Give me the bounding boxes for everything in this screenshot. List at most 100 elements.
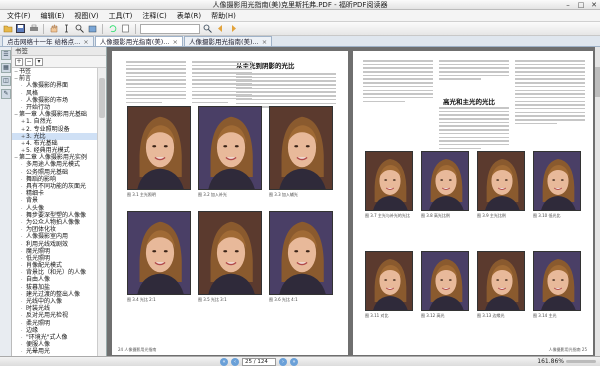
close-tab-icon[interactable]: × — [83, 38, 88, 46]
collapse-all-icon[interactable]: − — [25, 57, 33, 66]
thumbnails-panel-icon[interactable]: ▦ — [1, 63, 11, 73]
bookmark-item[interactable]: · 精细卡 — [12, 190, 98, 197]
fit-page-icon[interactable] — [120, 23, 131, 34]
bookmark-item[interactable]: · 人像摄影的界面 — [12, 82, 98, 89]
save-icon[interactable] — [15, 23, 26, 34]
menu-edit[interactable]: 编辑(E) — [36, 11, 70, 21]
figure-caption: 图 3.3 加入辅光 — [269, 192, 298, 197]
bookmark-item[interactable]: · 舞蹈的影响 — [12, 176, 98, 183]
bookmark-item[interactable]: · 魔光照明 — [12, 248, 98, 255]
portrait-photo — [269, 106, 333, 190]
scrollbar-thumb[interactable] — [595, 67, 600, 97]
bookmark-label: 建光过渡的整出人像 — [26, 290, 81, 298]
page-number-field[interactable]: 25 / 124 — [242, 358, 276, 366]
search-input[interactable] — [140, 23, 200, 34]
bookmark-item[interactable]: · 光线中的入像 — [12, 298, 98, 305]
document-tab-1[interactable]: 点击网络十一年 给格点... × — [2, 36, 94, 46]
close-tab-icon[interactable]: × — [173, 38, 178, 46]
open-icon[interactable] — [2, 23, 13, 34]
bookmark-item[interactable]: · 建光过渡的整出人像 — [12, 291, 98, 298]
figure-caption: 图 3.14 主光 — [533, 313, 557, 318]
bookmark-item[interactable]: · 多用途人像用光模式 — [12, 161, 98, 168]
bookmark-item[interactable]: · 人头像 — [12, 205, 98, 212]
expand-all-icon[interactable]: + — [15, 57, 23, 66]
bookmark-item[interactable]: +2. 专业照明设备 — [12, 126, 98, 133]
rotate-icon[interactable] — [107, 23, 118, 34]
bookmark-item[interactable]: +4. 布光基础 — [12, 140, 98, 147]
bookmark-item[interactable]: · 风格 — [12, 90, 98, 97]
scrollbar-thumb[interactable] — [99, 78, 105, 118]
bookmark-item[interactable]: · 光晕用光 — [12, 348, 98, 355]
menu-forms[interactable]: 表单(R) — [172, 11, 206, 21]
menu-tools[interactable]: 工具(T) — [104, 11, 138, 21]
bookmark-label: 光晕用光 — [26, 348, 51, 356]
bookmark-item[interactable]: · "环境光"式人像 — [12, 334, 98, 341]
search-icon[interactable] — [202, 23, 213, 34]
attachments-panel-icon[interactable]: ✎ — [1, 89, 11, 99]
bookmark-item[interactable]: · 便服人像 — [12, 341, 98, 348]
zoom-level[interactable]: 161.86% — [537, 357, 564, 366]
print-icon[interactable] — [28, 23, 39, 34]
bookmark-item[interactable]: · 利用光线戏剧效 — [12, 241, 98, 248]
viewer-scrollbar[interactable] — [595, 47, 600, 356]
tab-label: 点击网络十一年 给格点... — [7, 38, 81, 46]
sidebar-scrollbar[interactable] — [97, 68, 106, 356]
first-page-button[interactable]: « — [220, 358, 228, 366]
menu-help[interactable]: 帮助(H) — [206, 11, 241, 21]
document-tab-2[interactable]: 人像摄影用光指南(美)... × — [94, 36, 183, 46]
find-next-icon[interactable] — [228, 23, 239, 34]
menu-file[interactable]: 文件(F) — [2, 11, 36, 21]
portrait-photo — [269, 211, 333, 295]
figure-caption: 图 3.1 主光照明 — [127, 192, 156, 197]
close-tab-icon[interactable]: × — [262, 38, 267, 46]
bookmark-item[interactable]: · 反对光用光检视 — [12, 312, 98, 319]
bookmarks-panel-icon[interactable]: ☰ — [1, 50, 11, 60]
bookmark-label: 背景 — [26, 197, 39, 205]
select-text-icon[interactable] — [61, 23, 72, 34]
previous-page-button[interactable]: ‹ — [231, 358, 239, 366]
portrait-photo — [198, 211, 262, 295]
bookmark-item[interactable]: · 背景 — [12, 197, 98, 204]
menu-comment[interactable]: 注释(C) — [137, 11, 171, 21]
next-page-button[interactable]: › — [279, 358, 287, 366]
figure-caption: 图 3.11 对比 — [365, 313, 389, 318]
bookmark-options-icon[interactable]: ▾ — [35, 57, 43, 66]
maximize-button[interactable]: □ — [575, 0, 587, 10]
bookmark-label: 人头像 — [26, 204, 45, 212]
close-button[interactable]: ✕ — [588, 0, 600, 10]
figure-caption: 图 3.2 加入补光 — [198, 192, 227, 197]
window-title: 人像摄影用光指南(美)克里斯托弗.PDF - 福昕PDF阅读器 — [212, 1, 388, 9]
status-bar: « ‹ 25 / 124 › » 161.86% — [0, 356, 600, 366]
zoom-icon[interactable] — [74, 23, 85, 34]
bookmark-item[interactable]: · 具有不同功能的灰面光 — [12, 183, 98, 190]
hand-tool-icon[interactable] — [48, 23, 59, 34]
bookmark-label: 舞步要深型塑的人像像 — [26, 211, 87, 219]
document-viewer[interactable]: 从主光到阴影的光比 24 人像摄影用光指南 图 3.1 主光照明 图 3.2 加… — [107, 47, 600, 356]
tab-label: 人像摄影用光指南(美)... — [188, 38, 259, 46]
bookmark-item[interactable]: · 拔暮加盐 — [12, 284, 98, 291]
bookmark-item[interactable]: +1. 自然光 — [12, 118, 98, 125]
last-page-button[interactable]: » — [290, 358, 298, 366]
snapshot-icon[interactable] — [87, 23, 98, 34]
bookmark-item[interactable]: · 柔光照明 — [12, 320, 98, 327]
bookmark-item[interactable]: · 边缘 — [12, 327, 98, 334]
bookmark-item[interactable]: · 人像摄影的市场 — [12, 97, 98, 104]
zoom-slider[interactable] — [566, 360, 596, 363]
bookmarks-sidebar: 书签 + − ▾ −书签 −前言 · 人像摄影的界面 · 风格 · 人像摄影的市场 · 开始行动 −… — [12, 47, 107, 356]
minimize-button[interactable]: – — [562, 0, 574, 10]
bookmark-item[interactable]: · 人像摄影室内用 — [12, 233, 98, 240]
find-prev-icon[interactable] — [215, 23, 226, 34]
bookmark-item[interactable]: · 自由人像 — [12, 276, 98, 283]
bookmark-item[interactable]: · 低光照明 — [12, 255, 98, 262]
bookmark-label: 利用光线戏剧效 — [26, 240, 69, 248]
bookmark-item[interactable]: · 背景比（和光）的人像 — [12, 269, 98, 276]
document-tab-3[interactable]: 人像摄影用光指南(美)... × — [183, 36, 273, 46]
bookmark-item[interactable]: · 舞步要深型塑的人像像 — [12, 212, 98, 219]
figure-caption: 图 3.10 低光比 — [533, 213, 561, 218]
bookmark-label: 人像摄影室内用 — [26, 233, 69, 241]
bookmark-item[interactable]: · 公务照用光基础 — [12, 169, 98, 176]
layers-panel-icon[interactable]: ◫ — [1, 76, 11, 86]
bookmark-item[interactable]: −第一章 人像摄影用光基础 — [12, 111, 98, 118]
menu-view[interactable]: 视图(V) — [69, 11, 103, 21]
bookmark-item[interactable]: +3. 光比 — [12, 132, 98, 140]
